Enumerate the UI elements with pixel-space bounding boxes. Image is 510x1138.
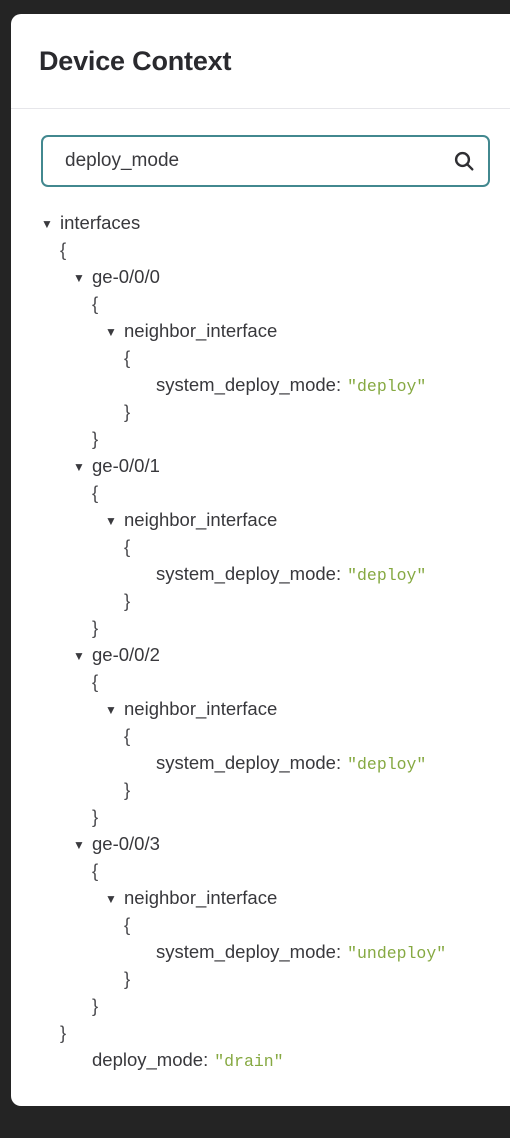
panel-header: Device Context [11, 14, 510, 109]
brace-glyph: } [60, 1022, 67, 1043]
caret-down-icon[interactable]: ▼ [73, 265, 92, 292]
caret-down-icon[interactable]: ▼ [41, 211, 60, 238]
brace-glyph: { [124, 347, 131, 368]
tree-row[interactable]: ▼ neighbor_interface [41, 317, 500, 344]
caret-down-icon[interactable]: ▼ [105, 697, 124, 724]
tree-row: } [41, 614, 500, 641]
tree-leaf-value: "deploy" [347, 566, 427, 585]
caret-down-icon[interactable]: ▼ [73, 643, 92, 670]
brace-glyph: } [92, 428, 99, 449]
brace-glyph: } [124, 968, 131, 989]
tree-row: { [41, 668, 500, 695]
tree-node-label[interactable]: neighbor_interface [124, 884, 277, 911]
tree-row: { [41, 533, 500, 560]
tree-leaf-value: "drain" [214, 1052, 284, 1071]
brace-glyph: } [124, 590, 131, 611]
tree-row: { [41, 344, 500, 371]
tree-row: } [41, 1019, 500, 1046]
tree-leaf-key: system_deploy_mode: [156, 941, 342, 962]
tree-row: { [41, 236, 500, 263]
tree-leaf-key: deploy_mode: [92, 1049, 209, 1070]
tree-row[interactable]: ▼ neighbor_interface [41, 506, 500, 533]
brace-glyph: { [92, 860, 99, 881]
tree-row: { [41, 857, 500, 884]
tree-row[interactable]: ▼ ge-0/0/2 [41, 641, 500, 668]
search-field[interactable] [41, 135, 490, 187]
tree-row: system_deploy_mode: "undeploy" [41, 938, 500, 965]
tree-leaf-key: system_deploy_mode: [156, 563, 342, 584]
caret-down-icon[interactable]: ▼ [73, 832, 92, 859]
brace-glyph: { [124, 725, 131, 746]
tree-node-label[interactable]: ge-0/0/1 [92, 452, 160, 479]
caret-down-icon[interactable]: ▼ [105, 319, 124, 346]
tree-node-label[interactable]: ge-0/0/3 [92, 830, 160, 857]
tree-row[interactable]: ▼ ge-0/0/1 [41, 452, 500, 479]
tree-row: } [41, 425, 500, 452]
page-root: Device Context ▼interfaces{▼ge-0/0/0{▼ne… [0, 0, 510, 1138]
tree-row[interactable]: ▼ neighbor_interface [41, 695, 500, 722]
tree-leaf-value: "deploy" [347, 755, 427, 774]
tree-row: } [41, 992, 500, 1019]
tree-row[interactable]: ▼ interfaces [41, 209, 500, 236]
tree-node-label[interactable]: ge-0/0/2 [92, 641, 160, 668]
json-tree: ▼ interfaces{▼ ge-0/0/0{▼ neighbor_interfac… [11, 209, 510, 1073]
brace-glyph: { [92, 482, 99, 503]
search-icon [452, 149, 476, 173]
tree-row: system_deploy_mode: "deploy" [41, 560, 500, 587]
tree-node-label[interactable]: neighbor_interface [124, 317, 277, 344]
tree-row: } [41, 776, 500, 803]
tree-row[interactable]: ▼ neighbor_interface [41, 884, 500, 911]
brace-glyph: { [124, 914, 131, 935]
tree-row: system_deploy_mode: "deploy" [41, 749, 500, 776]
brace-glyph: } [92, 617, 99, 638]
caret-down-icon[interactable]: ▼ [105, 886, 124, 913]
tree-leaf-key: system_deploy_mode: [156, 374, 342, 395]
tree-row: } [41, 965, 500, 992]
tree-row: { [41, 290, 500, 317]
tree-row[interactable]: ▼ ge-0/0/0 [41, 263, 500, 290]
brace-glyph: { [92, 293, 99, 314]
tree-leaf-value: "deploy" [347, 377, 427, 396]
tree-row: { [41, 722, 500, 749]
search-input[interactable] [43, 137, 440, 185]
brace-glyph: } [124, 779, 131, 800]
tree-node-label[interactable]: neighbor_interface [124, 695, 277, 722]
brace-glyph: } [92, 995, 99, 1016]
tree-row[interactable]: ▼ ge-0/0/3 [41, 830, 500, 857]
tree-row: } [41, 398, 500, 425]
page-title: Device Context [39, 45, 232, 76]
tree-leaf-key: system_deploy_mode: [156, 752, 342, 773]
device-context-panel: Device Context ▼interfaces{▼ge-0/0/0{▼ne… [11, 14, 510, 1106]
caret-down-icon[interactable]: ▼ [73, 454, 92, 481]
tree-row: deploy_mode: "drain" [41, 1046, 500, 1073]
tree-row: { [41, 479, 500, 506]
search-button[interactable] [440, 137, 488, 185]
tree-row: } [41, 803, 500, 830]
brace-glyph: { [124, 536, 131, 557]
tree-node-label[interactable]: ge-0/0/0 [92, 263, 160, 290]
brace-glyph: } [92, 806, 99, 827]
tree-node-label[interactable]: interfaces [60, 209, 140, 236]
tree-row: } [41, 587, 500, 614]
brace-glyph: } [124, 401, 131, 422]
tree-row: { [41, 911, 500, 938]
tree-node-label[interactable]: neighbor_interface [124, 506, 277, 533]
panel-body: ▼interfaces{▼ge-0/0/0{▼neighbor_interfac… [11, 109, 510, 1073]
brace-glyph: { [92, 671, 99, 692]
caret-down-icon[interactable]: ▼ [105, 508, 124, 535]
tree-row: system_deploy_mode: "deploy" [41, 371, 500, 398]
tree-leaf-value: "undeploy" [347, 944, 447, 963]
brace-glyph: { [60, 239, 67, 260]
